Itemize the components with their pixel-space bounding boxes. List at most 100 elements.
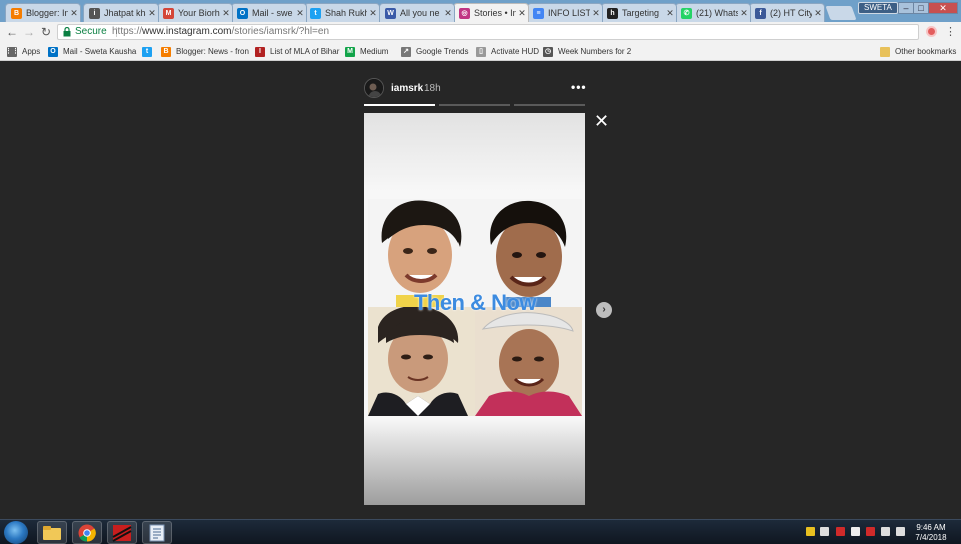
tab-7[interactable]: ◎ Stories • In ✕ (453, 3, 529, 22)
network-signal-icon[interactable] (851, 527, 860, 536)
bookmark-label: Apps (22, 47, 41, 56)
reload-icon[interactable]: ↻ (39, 25, 53, 39)
app-document-icon[interactable] (142, 521, 172, 544)
address-bar[interactable]: Secure https://www.instagram.com/stories… (57, 24, 919, 40)
explorer-icon[interactable] (37, 521, 67, 544)
tab-5[interactable]: t Shah Rukh ✕ (304, 3, 380, 22)
bookmark-7[interactable]: ↗ Google Trends (401, 45, 468, 58)
avatar[interactable] (364, 78, 384, 98)
tab-close-icon[interactable]: ✕ (590, 8, 602, 19)
facebook-icon: f (755, 7, 766, 19)
person-icon: i (89, 7, 100, 19)
new-tab-button[interactable] (825, 6, 857, 20)
tab-1[interactable]: B Blogger: In ✕ (5, 3, 81, 22)
bookmark-9[interactable]: ◷ Week Numbers for 2 (543, 45, 631, 58)
tab-11[interactable]: f (2) HT City ✕ (749, 3, 825, 22)
instagram-icon: ◎ (459, 7, 470, 19)
back-arrow-icon[interactable]: ← (5, 25, 19, 39)
volume-icon[interactable] (896, 527, 905, 536)
medium-icon: M (345, 46, 355, 57)
docs-icon: ≡ (533, 7, 544, 19)
tab-10[interactable]: ✆ (21) Whats ✕ (675, 3, 751, 22)
tab-close-icon[interactable]: ✕ (220, 8, 232, 19)
outlook-icon: O (237, 7, 248, 19)
tab-close-icon[interactable]: ✕ (68, 8, 80, 19)
bookmark-1[interactable]: ⋮⋮ Apps (5, 45, 41, 58)
bookmark-label: Activate HUD (491, 47, 540, 56)
tray-app-icon[interactable] (866, 527, 875, 536)
next-story-button[interactable]: › (596, 302, 612, 318)
tab-close-icon[interactable]: ✕ (146, 8, 158, 19)
whatsapp-icon: ✆ (681, 7, 692, 19)
tab-label: All you ne (400, 8, 440, 18)
twitter-icon: t (142, 46, 152, 57)
story-username[interactable]: iamsrk (391, 83, 423, 94)
blogger-icon: B (11, 7, 22, 19)
forward-arrow-icon[interactable]: → (22, 25, 36, 39)
bookmark-2[interactable]: O Mail - Sweta Kausha (48, 45, 136, 58)
bookmark-4[interactable]: B Blogger: News - fron (161, 45, 249, 58)
tab-label: (2) HT City (770, 8, 812, 18)
tab-label: Blogger: In (26, 8, 68, 18)
other-bookmarks[interactable]: Other bookmarks (880, 45, 956, 58)
tab-close-icon[interactable]: ✕ (367, 8, 379, 19)
hootsuite-icon: h (607, 7, 618, 19)
bookmark-8[interactable]: ▯ Activate HUD (476, 45, 539, 58)
maximize-button[interactable]: □ (913, 2, 929, 14)
close-icon[interactable]: ✕ (594, 112, 609, 130)
tab-8[interactable]: ≡ INFO LIST ✕ (527, 3, 603, 22)
tab-9[interactable]: h Targeting ✕ (601, 3, 677, 22)
tab-label: Targeting (622, 8, 660, 18)
lock-icon (63, 27, 71, 37)
tab-label: INFO LIST (548, 8, 590, 18)
tab-strip: f (2) HT City ✕ ✆ (21) Whats ✕ h Targeting ✕ ≡ INF… (0, 0, 961, 22)
url-text: https://www.instagram.com/stories/iamsrk… (112, 26, 330, 37)
profile-badge[interactable]: SWETA (858, 2, 898, 14)
gmail-icon: M (163, 7, 174, 19)
bookmark-5[interactable]: I List of MLA of Bihar (255, 45, 339, 58)
tab-2[interactable]: i Jhatpat kha ✕ (83, 3, 159, 22)
tab-label: Jhatpat kha (104, 8, 146, 18)
tab-label: Stories • In (474, 8, 516, 18)
extension-icon[interactable] (926, 26, 937, 37)
wikipedia-icon: I (255, 46, 265, 57)
photo-panel-now-right (475, 307, 582, 416)
bookmark-3[interactable]: t (142, 45, 157, 58)
flag-icon[interactable] (820, 527, 829, 536)
battery-icon[interactable] (881, 527, 890, 536)
minimize-button[interactable]: – (898, 2, 914, 14)
progress-segment (514, 104, 585, 106)
progress-segment (439, 104, 510, 106)
tab-6[interactable]: W All you ne ✕ (379, 3, 455, 22)
tab-label: Shah Rukh (325, 8, 367, 18)
window-close-button[interactable]: ✕ (928, 2, 958, 14)
tab-close-icon[interactable]: ✕ (516, 8, 528, 19)
tab-close-icon[interactable]: ✕ (442, 8, 454, 19)
apps-grid-icon: ⋮⋮ (5, 46, 19, 57)
bookmark-label: Mail - Sweta Kausha (63, 47, 137, 56)
more-options-icon[interactable]: ••• (571, 80, 587, 94)
bookmark-label: Google Trends (416, 47, 469, 56)
app-red-icon[interactable] (107, 521, 137, 544)
tab-close-icon[interactable]: ✕ (738, 8, 750, 19)
windows-taskbar: 9:46 AM 7/4/2018 (0, 519, 961, 544)
start-button[interactable] (4, 521, 28, 544)
antivirus-icon[interactable] (836, 527, 845, 536)
photo-panel-now-left (368, 307, 475, 416)
tab-3[interactable]: M Your Biorh ✕ (157, 3, 233, 22)
browser-menu-icon[interactable]: ⋮ (945, 25, 956, 38)
clock-icon: ◷ (543, 46, 553, 57)
shield-icon[interactable] (806, 527, 815, 536)
bookmark-6[interactable]: M Medium (345, 45, 388, 58)
bookmark-label: Medium (360, 47, 389, 56)
tab-label: (21) Whats (696, 8, 738, 18)
tab-close-icon[interactable]: ✕ (294, 8, 306, 19)
tab-label: Mail - swe (252, 8, 293, 18)
trends-icon: ↗ (401, 46, 411, 57)
tab-close-icon[interactable]: ✕ (812, 8, 824, 19)
system-clock[interactable]: 9:46 AM 7/4/2018 (910, 523, 952, 543)
tab-close-icon[interactable]: ✕ (664, 8, 676, 19)
chrome-icon[interactable] (72, 521, 102, 544)
tab-4[interactable]: O Mail - swe ✕ (231, 3, 307, 22)
news-icon: W (385, 7, 396, 19)
